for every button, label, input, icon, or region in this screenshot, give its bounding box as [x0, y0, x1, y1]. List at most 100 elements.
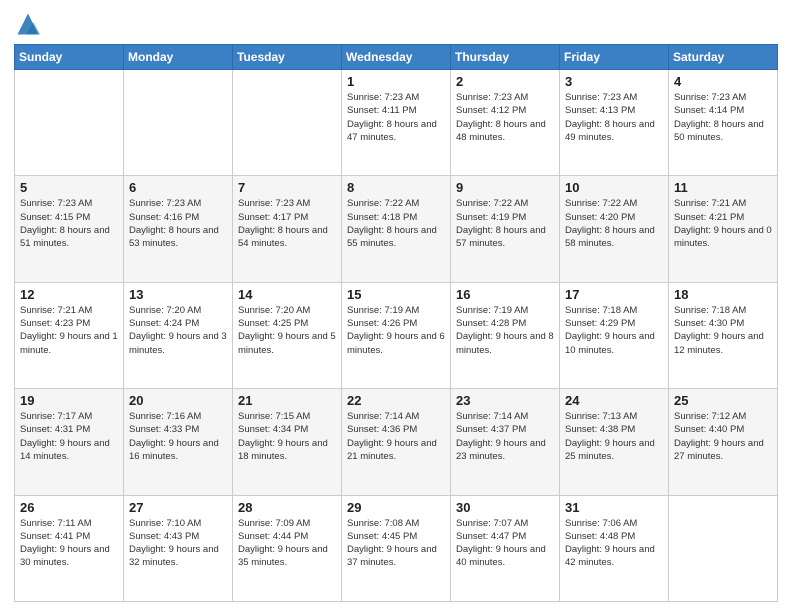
calendar-day-cell: 11 Sunrise: 7:21 AM Sunset: 4:21 PM Dayli… [669, 176, 778, 282]
calendar-day-cell: 3 Sunrise: 7:23 AM Sunset: 4:13 PM Daylig… [560, 70, 669, 176]
day-info: Sunrise: 7:23 AM Sunset: 4:13 PM Dayligh… [565, 91, 663, 144]
day-info: Sunrise: 7:19 AM Sunset: 4:26 PM Dayligh… [347, 304, 445, 357]
calendar-day-header: Monday [124, 45, 233, 70]
calendar-day-cell: 26 Sunrise: 7:11 AM Sunset: 4:41 PM Dayli… [15, 495, 124, 601]
day-number: 1 [347, 74, 445, 89]
page: SundayMondayTuesdayWednesdayThursdayFrid… [0, 0, 792, 612]
day-number: 9 [456, 180, 554, 195]
calendar-day-cell: 27 Sunrise: 7:10 AM Sunset: 4:43 PM Dayli… [124, 495, 233, 601]
calendar-day-cell: 7 Sunrise: 7:23 AM Sunset: 4:17 PM Daylig… [233, 176, 342, 282]
calendar-day-cell: 14 Sunrise: 7:20 AM Sunset: 4:25 PM Dayli… [233, 282, 342, 388]
day-number: 6 [129, 180, 227, 195]
day-number: 25 [674, 393, 772, 408]
day-number: 16 [456, 287, 554, 302]
day-info: Sunrise: 7:21 AM Sunset: 4:23 PM Dayligh… [20, 304, 118, 357]
day-info: Sunrise: 7:14 AM Sunset: 4:36 PM Dayligh… [347, 410, 445, 463]
day-number: 13 [129, 287, 227, 302]
calendar-day-cell: 4 Sunrise: 7:23 AM Sunset: 4:14 PM Daylig… [669, 70, 778, 176]
day-info: Sunrise: 7:16 AM Sunset: 4:33 PM Dayligh… [129, 410, 227, 463]
calendar-day-header: Wednesday [342, 45, 451, 70]
calendar-day-cell: 17 Sunrise: 7:18 AM Sunset: 4:29 PM Dayli… [560, 282, 669, 388]
calendar-day-cell: 19 Sunrise: 7:17 AM Sunset: 4:31 PM Dayli… [15, 389, 124, 495]
day-info: Sunrise: 7:23 AM Sunset: 4:14 PM Dayligh… [674, 91, 772, 144]
day-number: 11 [674, 180, 772, 195]
day-info: Sunrise: 7:15 AM Sunset: 4:34 PM Dayligh… [238, 410, 336, 463]
calendar-day-cell: 25 Sunrise: 7:12 AM Sunset: 4:40 PM Dayli… [669, 389, 778, 495]
day-number: 23 [456, 393, 554, 408]
day-number: 15 [347, 287, 445, 302]
day-info: Sunrise: 7:08 AM Sunset: 4:45 PM Dayligh… [347, 517, 445, 570]
calendar-day-cell: 29 Sunrise: 7:08 AM Sunset: 4:45 PM Dayli… [342, 495, 451, 601]
calendar-day-cell: 8Sunrise: 7:22 AM Sunset: 4:18 PM Daylig… [342, 176, 451, 282]
calendar-day-header: Thursday [451, 45, 560, 70]
calendar-day-cell: 13Sunrise: 7:20 AM Sunset: 4:24 PM Dayli… [124, 282, 233, 388]
calendar-week-row: 19 Sunrise: 7:17 AM Sunset: 4:31 PM Dayli… [15, 389, 778, 495]
calendar-day-cell: 12Sunrise: 7:21 AM Sunset: 4:23 PM Dayli… [15, 282, 124, 388]
day-number: 14 [238, 287, 336, 302]
day-number: 10 [565, 180, 663, 195]
day-number: 21 [238, 393, 336, 408]
day-info: Sunrise: 7:22 AM Sunset: 4:20 PM Dayligh… [565, 197, 663, 250]
calendar-day-cell: 31Sunrise: 7:06 AM Sunset: 4:48 PM Dayli… [560, 495, 669, 601]
day-info: Sunrise: 7:17 AM Sunset: 4:31 PM Dayligh… [20, 410, 118, 463]
calendar-day-header: Friday [560, 45, 669, 70]
day-info: Sunrise: 7:22 AM Sunset: 4:19 PM Dayligh… [456, 197, 554, 250]
calendar-day-cell: 24 Sunrise: 7:13 AM Sunset: 4:38 PM Dayli… [560, 389, 669, 495]
day-info: Sunrise: 7:11 AM Sunset: 4:41 PM Dayligh… [20, 517, 118, 570]
calendar-week-row: 1 Sunrise: 7:23 AM Sunset: 4:11 PM Daylig… [15, 70, 778, 176]
day-info: Sunrise: 7:19 AM Sunset: 4:28 PM Dayligh… [456, 304, 554, 357]
calendar-day-cell: 15 Sunrise: 7:19 AM Sunset: 4:26 PM Dayli… [342, 282, 451, 388]
day-number: 4 [674, 74, 772, 89]
day-number: 17 [565, 287, 663, 302]
logo-icon [14, 10, 42, 38]
calendar-week-row: 26 Sunrise: 7:11 AM Sunset: 4:41 PM Dayli… [15, 495, 778, 601]
calendar-day-cell: 1 Sunrise: 7:23 AM Sunset: 4:11 PM Daylig… [342, 70, 451, 176]
day-info: Sunrise: 7:09 AM Sunset: 4:44 PM Dayligh… [238, 517, 336, 570]
calendar-day-cell: 21 Sunrise: 7:15 AM Sunset: 4:34 PM Dayli… [233, 389, 342, 495]
day-number: 2 [456, 74, 554, 89]
calendar-day-cell [124, 70, 233, 176]
day-info: Sunrise: 7:21 AM Sunset: 4:21 PM Dayligh… [674, 197, 772, 250]
calendar-week-row: 5Sunrise: 7:23 AM Sunset: 4:15 PM Daylig… [15, 176, 778, 282]
calendar-day-header: Sunday [15, 45, 124, 70]
calendar-table: SundayMondayTuesdayWednesdayThursdayFrid… [14, 44, 778, 602]
day-info: Sunrise: 7:06 AM Sunset: 4:48 PM Dayligh… [565, 517, 663, 570]
day-number: 27 [129, 500, 227, 515]
day-info: Sunrise: 7:12 AM Sunset: 4:40 PM Dayligh… [674, 410, 772, 463]
day-info: Sunrise: 7:23 AM Sunset: 4:17 PM Dayligh… [238, 197, 336, 250]
calendar-header-row: SundayMondayTuesdayWednesdayThursdayFrid… [15, 45, 778, 70]
day-info: Sunrise: 7:18 AM Sunset: 4:30 PM Dayligh… [674, 304, 772, 357]
day-number: 26 [20, 500, 118, 515]
calendar-day-cell: 2 Sunrise: 7:23 AM Sunset: 4:12 PM Daylig… [451, 70, 560, 176]
day-info: Sunrise: 7:23 AM Sunset: 4:12 PM Dayligh… [456, 91, 554, 144]
calendar-day-cell: 6Sunrise: 7:23 AM Sunset: 4:16 PM Daylig… [124, 176, 233, 282]
calendar-day-cell: 9 Sunrise: 7:22 AM Sunset: 4:19 PM Daylig… [451, 176, 560, 282]
day-info: Sunrise: 7:20 AM Sunset: 4:25 PM Dayligh… [238, 304, 336, 357]
day-number: 7 [238, 180, 336, 195]
day-info: Sunrise: 7:13 AM Sunset: 4:38 PM Dayligh… [565, 410, 663, 463]
logo [14, 10, 46, 38]
calendar-day-cell: 10 Sunrise: 7:22 AM Sunset: 4:20 PM Dayli… [560, 176, 669, 282]
calendar-day-header: Saturday [669, 45, 778, 70]
day-number: 24 [565, 393, 663, 408]
calendar-day-cell: 30Sunrise: 7:07 AM Sunset: 4:47 PM Dayli… [451, 495, 560, 601]
day-number: 30 [456, 500, 554, 515]
day-info: Sunrise: 7:14 AM Sunset: 4:37 PM Dayligh… [456, 410, 554, 463]
day-number: 29 [347, 500, 445, 515]
calendar-week-row: 12Sunrise: 7:21 AM Sunset: 4:23 PM Dayli… [15, 282, 778, 388]
day-number: 5 [20, 180, 118, 195]
calendar-day-cell: 22Sunrise: 7:14 AM Sunset: 4:36 PM Dayli… [342, 389, 451, 495]
day-info: Sunrise: 7:10 AM Sunset: 4:43 PM Dayligh… [129, 517, 227, 570]
calendar-day-cell: 20Sunrise: 7:16 AM Sunset: 4:33 PM Dayli… [124, 389, 233, 495]
day-info: Sunrise: 7:18 AM Sunset: 4:29 PM Dayligh… [565, 304, 663, 357]
calendar-day-cell: 16 Sunrise: 7:19 AM Sunset: 4:28 PM Dayli… [451, 282, 560, 388]
day-info: Sunrise: 7:23 AM Sunset: 4:11 PM Dayligh… [347, 91, 445, 144]
day-number: 8 [347, 180, 445, 195]
calendar-day-cell: 23 Sunrise: 7:14 AM Sunset: 4:37 PM Dayli… [451, 389, 560, 495]
day-number: 19 [20, 393, 118, 408]
calendar-day-header: Tuesday [233, 45, 342, 70]
day-number: 3 [565, 74, 663, 89]
header [14, 10, 778, 38]
calendar-day-cell: 28Sunrise: 7:09 AM Sunset: 4:44 PM Dayli… [233, 495, 342, 601]
calendar-day-cell [233, 70, 342, 176]
